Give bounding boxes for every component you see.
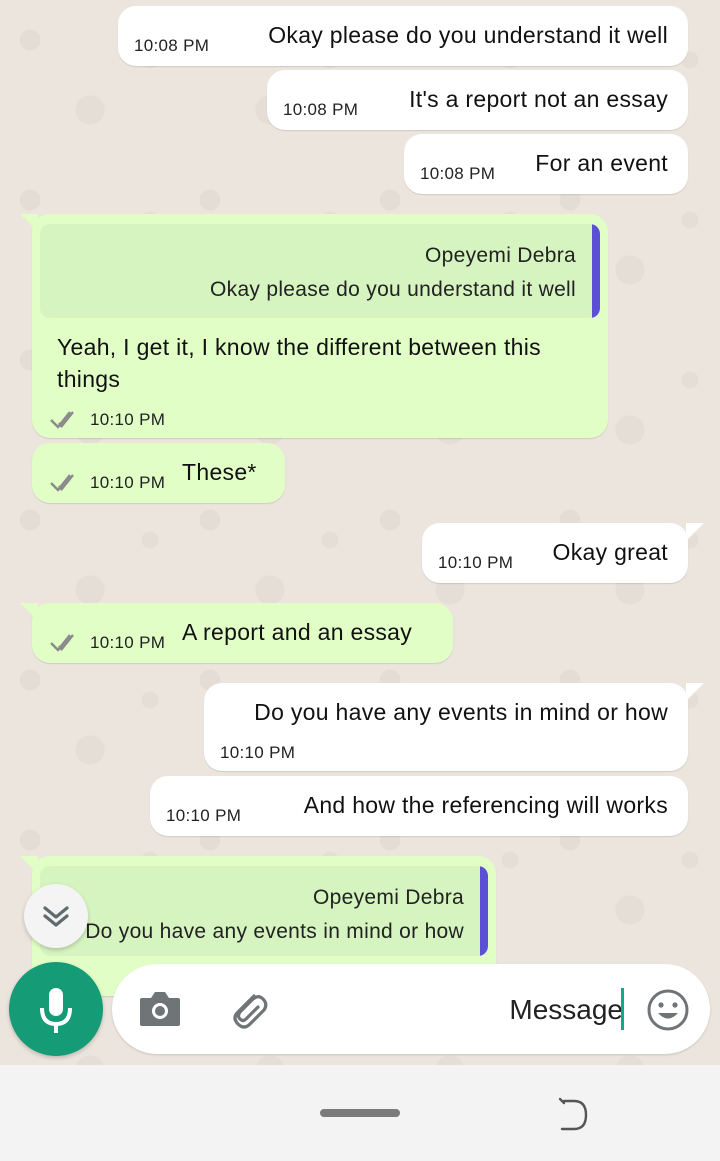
camera-icon[interactable]: [138, 988, 182, 1028]
message-text-line: things: [57, 366, 121, 392]
message-time: 10:08 PM: [283, 100, 359, 119]
message-text: A report and an essay: [182, 619, 413, 645]
voice-record-button[interactable]: [9, 962, 103, 1056]
rotate-icon[interactable]: [552, 1095, 592, 1135]
message-time: 10:10 PM: [220, 743, 296, 762]
chat-area: 10:08 PM Okay please do you understand i…: [0, 0, 720, 1065]
double-chevron-down-icon: [43, 906, 69, 927]
message-text-line: Yeah, I get it, I know the different bet…: [57, 334, 541, 360]
quote-accent-bar: [592, 224, 600, 318]
message-composer[interactable]: Message: [112, 964, 710, 1054]
incoming-message[interactable]: 10:08 PM For an event: [404, 134, 688, 194]
message-time: 10:10 PM: [90, 633, 166, 652]
message-text: Okay please do you understand it well: [268, 22, 668, 48]
incoming-message[interactable]: 10:10 PM And how the referencing will wo…: [150, 776, 688, 836]
message-input-placeholder[interactable]: Message: [509, 994, 623, 1026]
quote-accent-bar: [480, 866, 488, 956]
system-navigation-bar: [0, 1065, 720, 1161]
message-text: These*: [182, 459, 257, 485]
incoming-message[interactable]: 10:08 PM Okay please do you understand i…: [118, 6, 688, 66]
message-text: And how the referencing will works: [303, 792, 668, 818]
message-text: Okay great: [552, 539, 668, 565]
home-gesture-handle[interactable]: [320, 1109, 400, 1117]
message-time: 10:08 PM: [134, 36, 210, 55]
quoted-message[interactable]: Opeyemi Debra Do you have any events in …: [40, 866, 488, 956]
incoming-message[interactable]: 10:10 PM Okay great: [422, 523, 688, 583]
message-time: 10:10 PM: [438, 553, 514, 572]
quote-text: Okay please do you understand it well: [210, 278, 576, 301]
bubble-tail: [686, 683, 704, 701]
message-time: 10:10 PM: [90, 473, 166, 492]
double-check-icon: [50, 474, 74, 492]
outgoing-message[interactable]: 10:10 PM A report and an essay: [32, 603, 453, 663]
message-time: 10:10 PM: [90, 410, 166, 429]
quoted-message[interactable]: Opeyemi Debra Okay please do you underst…: [40, 224, 600, 318]
incoming-message[interactable]: 10:08 PM It's a report not an essay: [267, 70, 688, 130]
incoming-message[interactable]: Do you have any events in mind or how 10…: [204, 683, 688, 771]
microphone-icon: [40, 988, 72, 1033]
emoji-icon[interactable]: [646, 988, 690, 1032]
double-check-icon: [50, 634, 74, 652]
outgoing-message[interactable]: 10:10 PM These*: [32, 443, 285, 503]
message-time: 10:08 PM: [420, 164, 496, 183]
double-check-icon: [50, 411, 74, 429]
paperclip-icon[interactable]: [224, 986, 272, 1034]
text-cursor: [621, 988, 624, 1030]
scroll-to-bottom-button[interactable]: [24, 884, 88, 948]
quote-text: Do you have any events in mind or how: [85, 920, 464, 943]
outgoing-message[interactable]: Opeyemi Debra Okay please do you underst…: [32, 214, 608, 438]
message-text: For an event: [535, 150, 668, 176]
message-time: 10:10 PM: [166, 806, 242, 825]
quote-author: Opeyemi Debra: [313, 886, 464, 909]
bubble-tail: [686, 523, 704, 541]
message-text: It's a report not an essay: [409, 86, 668, 112]
quote-author: Opeyemi Debra: [425, 244, 576, 267]
message-text: Do you have any events in mind or how: [254, 699, 668, 725]
